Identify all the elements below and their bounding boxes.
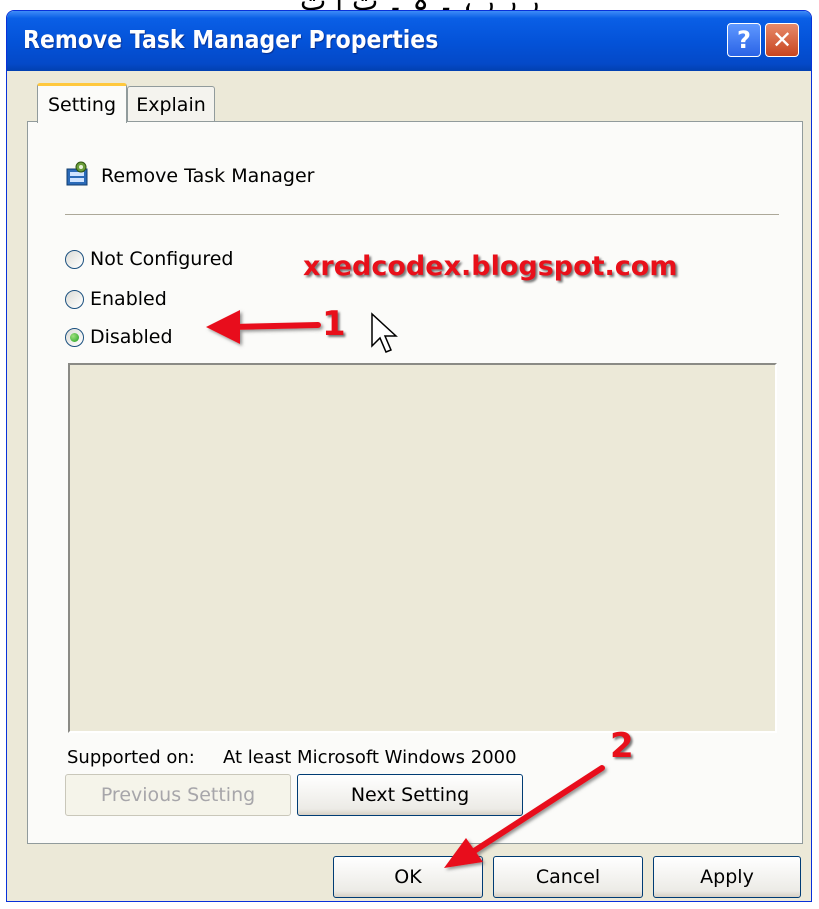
- next-setting-button[interactable]: Next Setting: [297, 774, 523, 816]
- mouse-cursor-icon: [371, 312, 398, 353]
- supported-on-value: At least Microsoft Windows 2000: [223, 747, 517, 768]
- tab-setting[interactable]: Setting: [37, 83, 127, 123]
- separator: [65, 214, 779, 215]
- radio-disabled[interactable]: [65, 327, 84, 347]
- cancel-button[interactable]: Cancel: [493, 856, 643, 898]
- option-enabled[interactable]: Enabled: [65, 288, 167, 310]
- tab-explain[interactable]: Explain: [127, 86, 215, 122]
- radio-enabled[interactable]: [65, 289, 84, 309]
- option-label-not-configured: Not Configured: [90, 248, 234, 270]
- option-disabled[interactable]: Disabled: [65, 326, 173, 348]
- help-button[interactable]: ?: [727, 23, 761, 57]
- watermark-text: xredcodex.blogspot.com: [303, 251, 678, 282]
- close-button[interactable]: ✕: [765, 23, 799, 57]
- option-label-disabled: Disabled: [90, 326, 173, 348]
- policy-icon: [66, 161, 88, 186]
- properties-dialog: Remove Task Manager Properties ? ✕ Setti…: [6, 10, 812, 902]
- ok-button[interactable]: OK: [333, 856, 483, 898]
- comment-area: [68, 363, 777, 733]
- radio-not-configured[interactable]: [65, 249, 84, 269]
- option-label-enabled: Enabled: [90, 288, 167, 310]
- apply-button[interactable]: Apply: [653, 856, 801, 898]
- window-title: Remove Task Manager Properties: [23, 25, 439, 54]
- policy-name: Remove Task Manager: [101, 165, 315, 187]
- supported-on-label: Supported on:: [67, 747, 195, 768]
- step-2-label: 2: [610, 726, 634, 766]
- previous-setting-button[interactable]: Previous Setting: [65, 774, 291, 816]
- title-bar[interactable]: Remove Task Manager Properties ? ✕: [7, 11, 811, 71]
- option-not-configured[interactable]: Not Configured: [65, 248, 233, 270]
- step-1-label: 1: [322, 304, 346, 344]
